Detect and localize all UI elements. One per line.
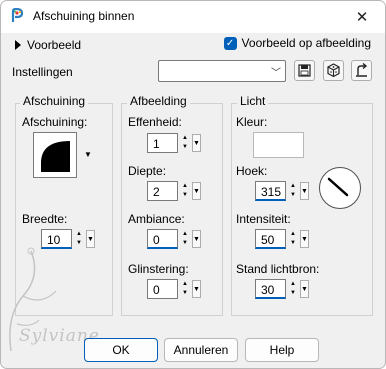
preview-expander[interactable]: Voorbeeld — [15, 37, 81, 52]
cancel-button[interactable]: Annuleren — [164, 338, 238, 362]
up-down-arrows-icon[interactable]: ▲ ▼ — [180, 280, 190, 298]
help-button[interactable]: Help — [245, 338, 319, 362]
random-button[interactable] — [323, 60, 344, 81]
shininess-label: Glinstering: — [128, 262, 189, 276]
light-angle-spinner[interactable]: 315 ▲ ▼ ▼ — [255, 181, 315, 203]
up-down-arrows-icon[interactable]: ▲ ▼ — [180, 134, 190, 152]
bevel-group-title: Afschuining — [20, 94, 89, 108]
up-down-arrows-icon[interactable]: ▲ ▼ — [288, 280, 298, 298]
chevron-down-icon: ﹀ — [271, 67, 281, 79]
save-preset-button[interactable] — [294, 60, 315, 81]
up-down-arrows-icon[interactable]: ▲ ▼ — [180, 230, 190, 248]
light-elevation-spinner[interactable]: 30 ▲ ▼ ▼ — [255, 279, 315, 301]
image-group-title: Afbeelding — [127, 94, 190, 108]
settings-preset-combo[interactable]: ﹀ — [158, 60, 286, 82]
smoothness-spinner[interactable]: 1 ▲ ▼ ▼ — [147, 133, 207, 155]
paintshop-app-icon — [11, 8, 24, 22]
caret-down-icon[interactable]: ▼ — [192, 230, 201, 248]
light-angle-input[interactable]: 315 — [255, 181, 286, 201]
angle-dial[interactable] — [319, 167, 361, 209]
dice-icon — [327, 63, 340, 78]
caret-down-icon[interactable]: ▼ — [300, 182, 309, 200]
settings-label: Instellingen — [12, 65, 73, 79]
preview-on-image-checkbox[interactable]: ✓ Voorbeeld op afbeelding — [223, 36, 371, 50]
title-bar: Afschuining binnen ✕ — [1, 1, 385, 33]
ok-button[interactable]: OK — [84, 338, 158, 362]
caret-down-icon[interactable]: ▼ — [192, 280, 201, 298]
light-group-title: Licht — [237, 94, 269, 108]
expand-triangle-icon — [15, 39, 21, 50]
up-down-arrows-icon[interactable]: ▲ ▼ — [288, 182, 298, 200]
light-color-swatch[interactable] — [253, 132, 304, 158]
up-down-arrows-icon[interactable]: ▲ ▼ — [288, 230, 298, 248]
ambience-spinner[interactable]: 0 ▲ ▼ ▼ — [147, 229, 207, 251]
caret-down-icon[interactable]: ▼ — [86, 230, 95, 248]
light-intensity-spinner[interactable]: 50 ▲ ▼ ▼ — [255, 229, 315, 251]
preview-on-image-label: Voorbeeld op afbeelding — [241, 36, 371, 50]
reset-icon — [356, 62, 368, 77]
preview-label: Voorbeeld — [27, 37, 82, 52]
light-elevation-input[interactable]: 30 — [255, 279, 286, 299]
light-intensity-input[interactable]: 50 — [255, 229, 286, 249]
close-button[interactable]: ✕ — [339, 1, 385, 33]
caret-down-icon[interactable]: ▼ — [300, 280, 309, 298]
checkmark-icon: ✓ — [223, 36, 237, 50]
caret-down-icon[interactable]: ▼ — [192, 134, 201, 152]
smoothness-input[interactable]: 1 — [147, 133, 178, 153]
caret-down-icon[interactable]: ▼ — [192, 182, 201, 200]
light-angle-label: Hoek: — [236, 164, 268, 178]
reset-button[interactable] — [351, 60, 372, 81]
bevel-width-label: Breedte: — [22, 212, 68, 226]
dial-needle-icon — [327, 177, 349, 197]
bevel-shape-preview[interactable] — [33, 132, 77, 178]
ambience-label: Ambiance: — [128, 212, 185, 226]
up-down-arrows-icon[interactable]: ▲ ▼ — [180, 182, 190, 200]
light-intensity-label: Intensiteit: — [236, 212, 291, 226]
light-elevation-label: Stand lichtbron: — [236, 262, 320, 276]
depth-label: Diepte: — [128, 164, 167, 178]
shininess-input[interactable]: 0 — [147, 279, 178, 299]
floppy-disk-icon — [298, 64, 311, 77]
depth-spinner[interactable]: 2 ▲ ▼ ▼ — [147, 181, 207, 203]
dialog-window: Afschuining binnen ✕ Voorbeeld ✓ Voorbee… — [0, 0, 386, 369]
caret-down-icon: ▼ — [84, 149, 92, 159]
smoothness-label: Effenheid: — [128, 115, 182, 129]
close-icon: ✕ — [355, 9, 369, 26]
bevel-shape-label: Afschuining: — [22, 115, 88, 129]
light-color-label: Kleur: — [236, 115, 268, 129]
bevel-shape-dropdown[interactable]: ▼ — [81, 132, 95, 176]
shininess-spinner[interactable]: 0 ▲ ▼ ▼ — [147, 279, 207, 301]
bevel-shape-icon — [41, 141, 70, 172]
ambience-input[interactable]: 0 — [147, 229, 178, 249]
caret-down-icon[interactable]: ▼ — [300, 230, 309, 248]
window-title: Afschuining binnen — [33, 9, 135, 23]
depth-input[interactable]: 2 — [147, 181, 178, 201]
